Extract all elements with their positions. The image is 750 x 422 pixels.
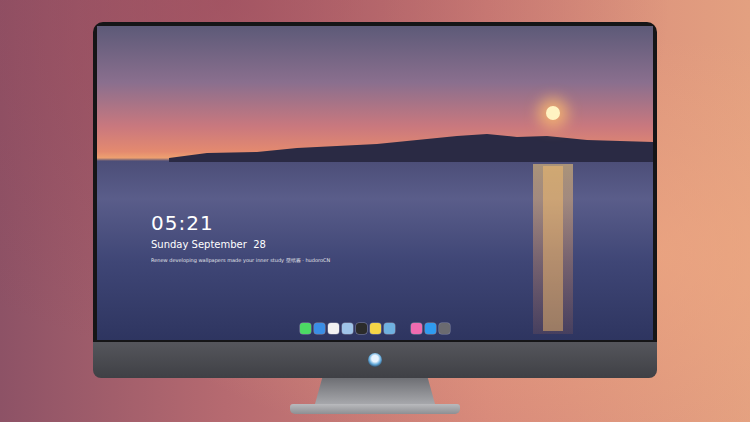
app-icon[interactable]: [356, 323, 367, 334]
wallpaper-caption: Renew developing wallpapers made your in…: [151, 257, 653, 263]
app-icon[interactable]: [342, 323, 353, 334]
lock-info: 05:21 Sunday September 28 Renew developing…: [97, 26, 653, 263]
dock-group: [411, 323, 450, 334]
clock-time: 05:21: [151, 212, 653, 234]
app-icon[interactable]: [370, 323, 381, 334]
dock-group: [300, 323, 395, 334]
stand-base: [290, 404, 460, 414]
monitor-bezel: 05:21 Sunday September 28 Renew developing…: [93, 22, 657, 342]
app-icon[interactable]: [425, 323, 436, 334]
app-icon[interactable]: [384, 323, 395, 334]
app-icon[interactable]: [314, 323, 325, 334]
screen: 05:21 Sunday September 28 Renew developing…: [97, 26, 653, 340]
monitor: 05:21 Sunday September 28 Renew developing…: [93, 22, 657, 378]
sun: [546, 106, 560, 120]
page: 05:21 Sunday September 28 Renew developing…: [0, 0, 750, 422]
stand-neck: [315, 378, 435, 404]
app-icon[interactable]: [439, 323, 450, 334]
island-silhouette: [97, 26, 653, 340]
logo-icon: [368, 353, 382, 367]
monitor-chin: [93, 342, 657, 378]
dock: [97, 323, 653, 340]
wallpaper-photo: [97, 26, 653, 340]
app-icon[interactable]: [300, 323, 311, 334]
clock-date: Sunday September 28: [151, 239, 653, 250]
app-icon[interactable]: [411, 323, 422, 334]
app-icon[interactable]: [328, 323, 339, 334]
